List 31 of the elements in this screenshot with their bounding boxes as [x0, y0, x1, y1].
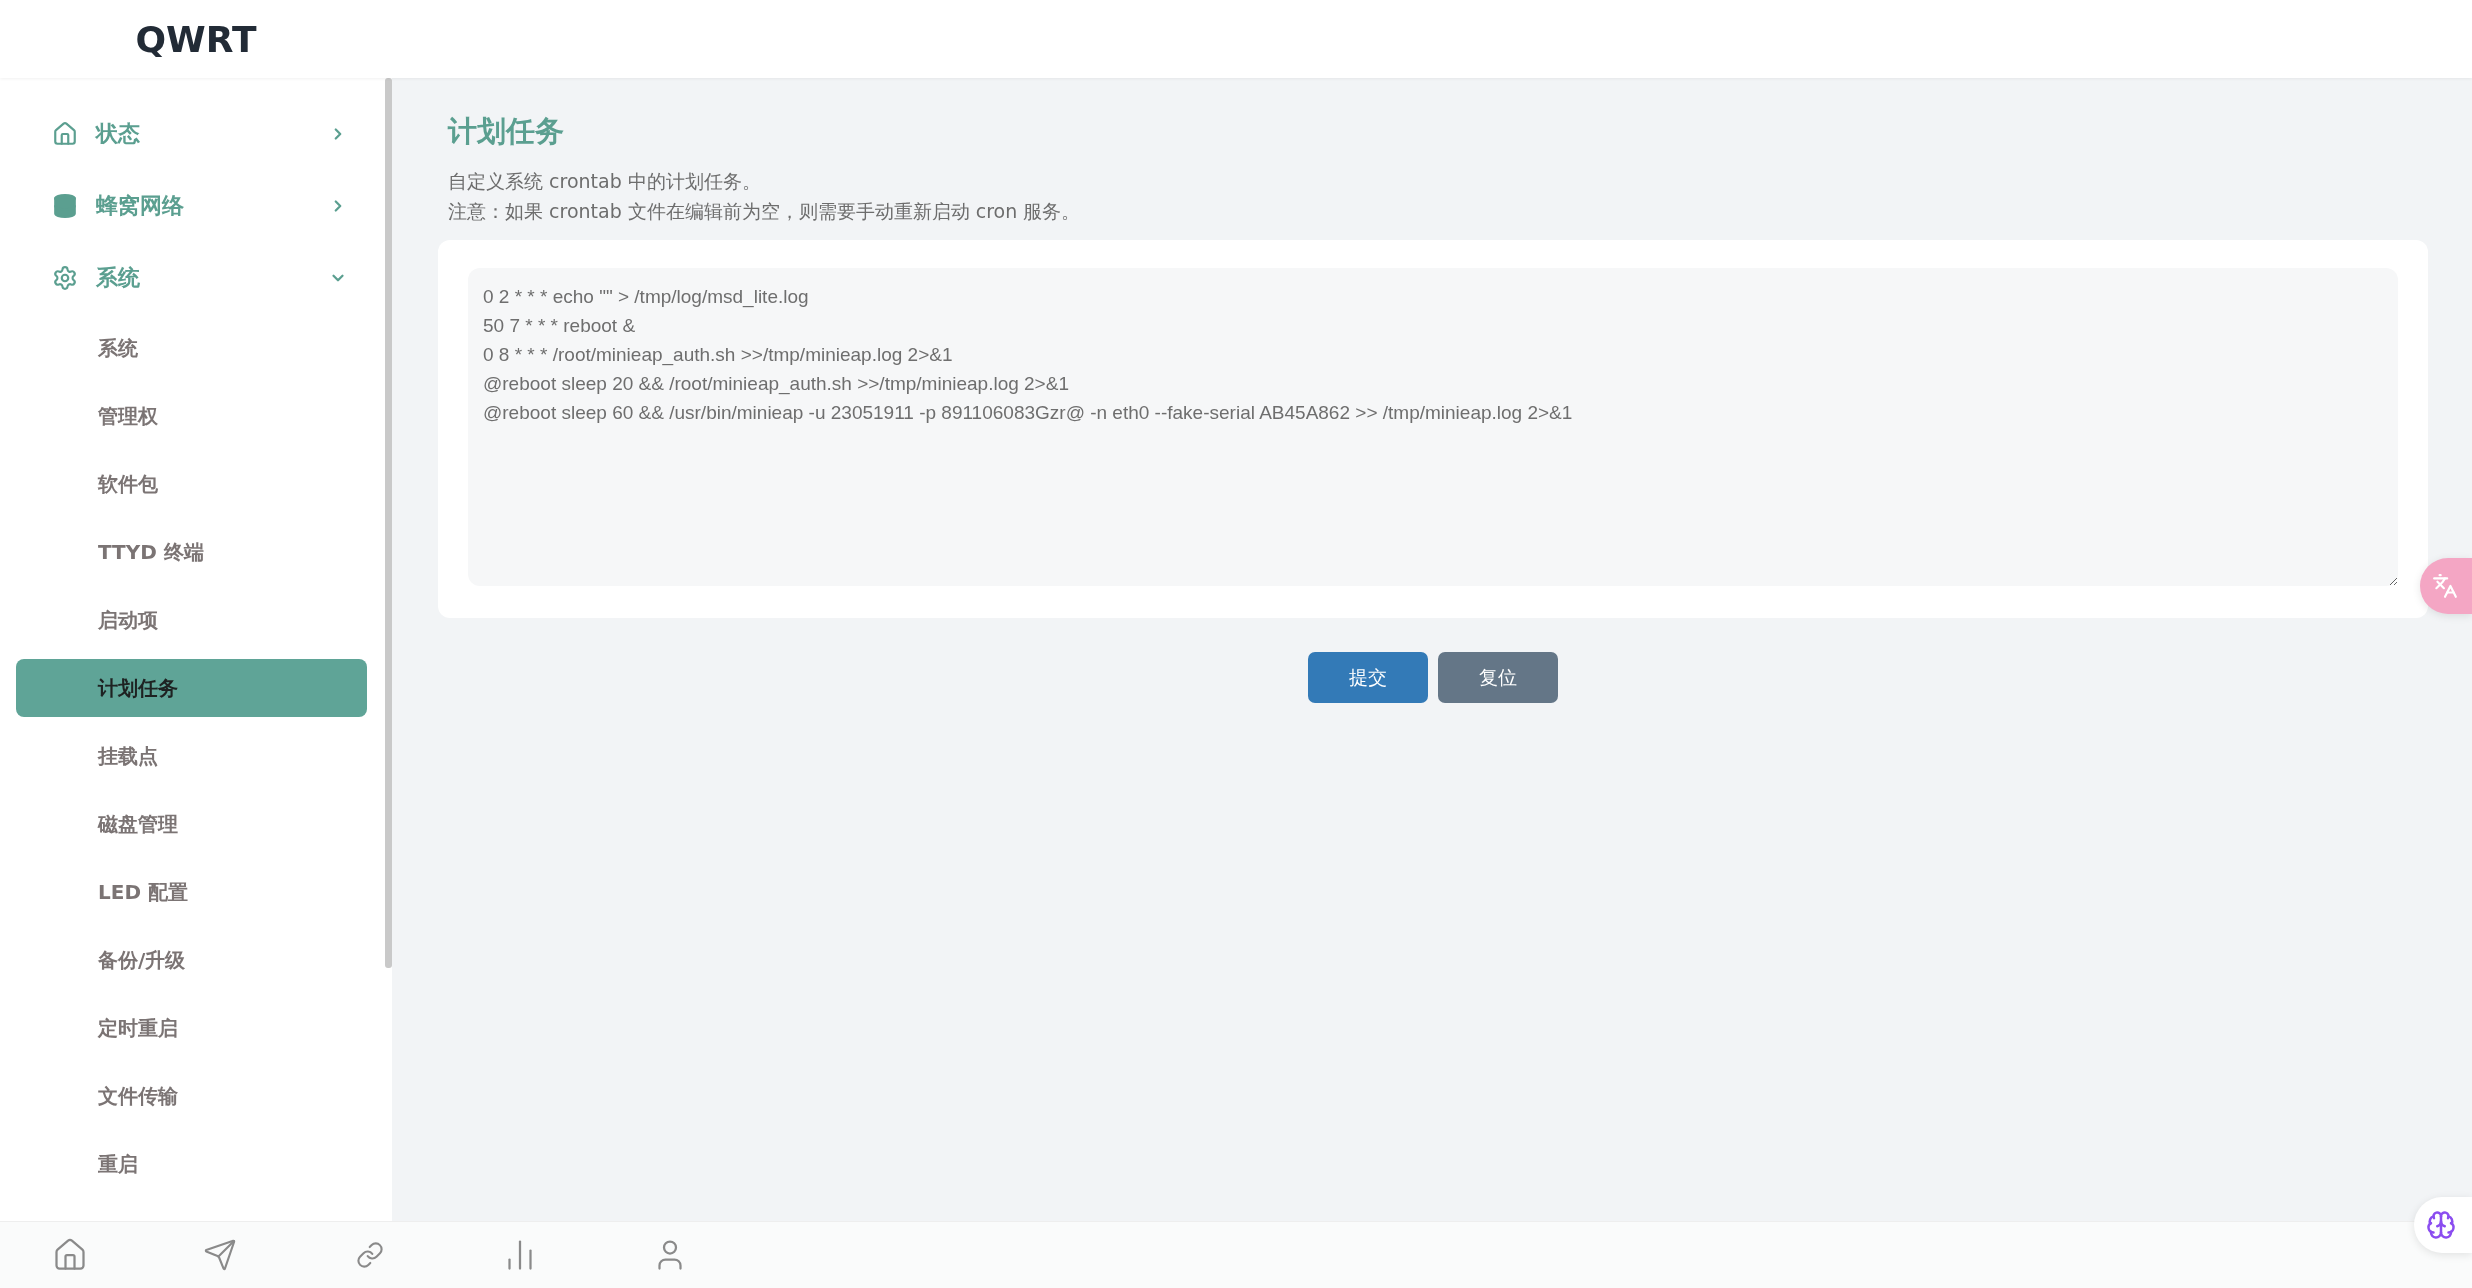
scrollbar[interactable]	[385, 78, 392, 968]
sidebar-item[interactable]: 系统	[16, 314, 367, 382]
menu-group[interactable]: 状态	[96, 119, 329, 149]
crontab-field[interactable]: 0 2 * * * echo "" > /tmp/log/msd_lite.log 50 7 * * * reboot & 0 8 * * * /root/minieap_auth.sh >>/tmp/minieap.log 2>&1 @reboot sleep 20 && /root/minieap_auth.sh >>/tmp/minieap.log 2>&1 @reboot sleep 60 && /usr/bin/minieap -u 23051911 -p 891106083Gzr@ -n eth0 --fake-serial AB45A862 >> /tmp/minieap.log 2>&1	[468, 268, 2398, 586]
sidebar-item[interactable]: 管理权	[16, 382, 367, 450]
sidebar-item[interactable]: TTYD 终端	[16, 518, 367, 586]
menu-group[interactable]: 蜂窝网络	[96, 191, 329, 221]
sidebar-item[interactable]: 启动项	[16, 586, 367, 654]
translate-button[interactable]	[2420, 558, 2472, 614]
sidebar-item[interactable]: 备份/升级	[16, 926, 367, 994]
sidebar-item[interactable]: 文件传输	[16, 1062, 367, 1130]
assistant-button[interactable]	[2414, 1197, 2472, 1253]
sidebar-item[interactable]: 重启	[16, 1130, 367, 1198]
description-text: 自定义系统 crontab 中的计划任务。	[448, 169, 762, 194]
submit-button[interactable]: 提交	[1308, 652, 1428, 703]
sidebar-item[interactable]: 磁盘管理	[16, 790, 367, 858]
page-title: 计划任务	[448, 113, 565, 150]
brand-logo: QWRT	[134, 18, 258, 60]
brain-icon	[2426, 1210, 2456, 1240]
sidebar-item[interactable]: 软件包	[16, 450, 367, 518]
translate-icon	[2432, 573, 2458, 599]
home-icon	[52, 121, 78, 147]
database-icon	[52, 193, 78, 219]
settings-icon	[52, 265, 78, 291]
sidebar-item[interactable]: 定时重启	[16, 994, 367, 1062]
sidebar-item[interactable]: 挂载点	[16, 722, 367, 790]
sidebar-item[interactable]: LED 配置	[16, 858, 367, 926]
menu-group[interactable]: 系统	[96, 263, 329, 293]
sidebar-item[interactable]: 计划任务	[16, 659, 367, 717]
reset-button[interactable]: 复位	[1438, 652, 1558, 703]
description-text: 注意：如果 crontab 文件在编辑前为空，则需要手动重新启动 cron 服务。	[448, 199, 1082, 224]
